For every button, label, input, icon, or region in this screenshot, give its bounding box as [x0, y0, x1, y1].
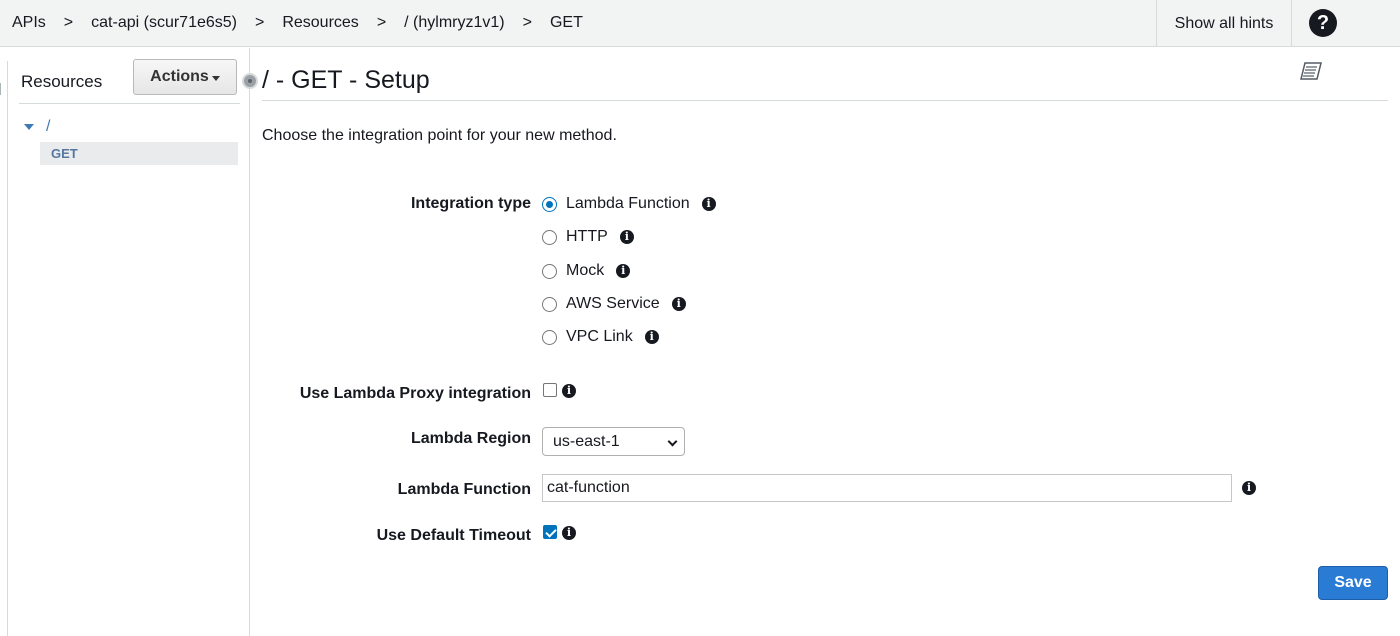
left-edge-strip — [0, 61, 8, 636]
top-bar: APIs > cat-api (scur71e6s5) > Resources … — [0, 0, 1400, 47]
radio-label: HTTP — [566, 228, 608, 245]
actions-button[interactable]: Actions — [133, 59, 237, 95]
breadcrumb-resource[interactable]: / (hylmryz1v1) — [404, 14, 504, 32]
help-icon[interactable]: ? — [1309, 9, 1337, 37]
info-icon[interactable]: i — [619, 230, 634, 244]
proxy-integration-label: Use Lambda Proxy integration — [299, 385, 531, 402]
radio-button[interactable] — [542, 196, 557, 212]
info-icon[interactable]: i — [671, 297, 686, 311]
breadcrumb-separator: > — [63, 14, 74, 31]
radio-label: Mock — [566, 262, 605, 279]
tree-item-get[interactable]: GET — [40, 142, 238, 165]
breadcrumb-separator: > — [522, 14, 532, 31]
breadcrumb-apis[interactable]: APIs — [12, 14, 46, 32]
resources-panel: Resources Actions / GET — [9, 48, 250, 636]
panel-collapse-handle-icon[interactable] — [242, 73, 258, 89]
info-icon[interactable]: i — [616, 264, 631, 278]
show-all-hints-button[interactable]: Show all hints — [1156, 0, 1292, 47]
tree-item-root[interactable]: / — [24, 118, 50, 136]
radio-button[interactable] — [542, 229, 557, 245]
radio-label: AWS Service — [566, 295, 660, 312]
actions-label: Actions — [150, 68, 209, 85]
breadcrumb-separator: > — [376, 14, 387, 31]
lambda-region-select[interactable]: us-east-1 — [542, 427, 685, 456]
breadcrumb-resources[interactable]: Resources — [282, 14, 358, 32]
lambda-region-label: Lambda Region — [410, 430, 531, 447]
breadcrumb-separator: > — [254, 14, 265, 31]
info-icon[interactable]: i — [701, 197, 716, 211]
resources-title: Resources — [21, 72, 103, 91]
default-timeout-label: Use Default Timeout — [376, 527, 531, 544]
title-divider — [262, 100, 1388, 101]
caret-down-icon — [211, 75, 220, 81]
save-button[interactable]: Save — [1318, 566, 1388, 600]
radio-aws-service[interactable]: AWS Service i — [542, 295, 686, 313]
page-title: / - GET - Setup — [262, 66, 430, 94]
info-icon[interactable]: i — [562, 384, 576, 398]
default-timeout-checkbox[interactable] — [543, 525, 557, 539]
proxy-integration-checkbox[interactable] — [543, 383, 557, 397]
radio-button[interactable] — [542, 296, 557, 312]
radio-button[interactable] — [542, 263, 557, 279]
edge-tick — [0, 83, 3, 95]
integration-type-label: Integration type — [410, 195, 531, 212]
documentation-icon[interactable] — [1300, 61, 1322, 81]
tree-root-label: / — [46, 118, 51, 135]
lambda-region-value: us-east-1 — [553, 433, 620, 450]
panel-divider — [19, 103, 240, 104]
radio-http[interactable]: HTTP i — [542, 228, 634, 246]
radio-label: Lambda Function — [566, 195, 690, 212]
lambda-function-label: Lambda Function — [397, 481, 531, 498]
radio-mock[interactable]: Mock i — [542, 262, 631, 280]
chevron-down-icon — [667, 436, 678, 447]
breadcrumb-api[interactable]: cat-api (scur71e6s5) — [91, 14, 237, 32]
info-icon[interactable]: i — [562, 526, 576, 540]
radio-button[interactable] — [542, 329, 557, 345]
lambda-function-input[interactable] — [542, 474, 1232, 502]
breadcrumb-method: GET — [549, 14, 583, 31]
breadcrumb: APIs > cat-api (scur71e6s5) > Resources … — [12, 14, 583, 32]
info-icon[interactable]: i — [644, 330, 659, 344]
radio-lambda-function[interactable]: Lambda Function i — [542, 195, 716, 213]
radio-vpc-link[interactable]: VPC Link i — [542, 328, 659, 346]
intro-text: Choose the integration point for your ne… — [262, 127, 617, 144]
radio-label: VPC Link — [566, 328, 633, 345]
info-icon[interactable]: i — [1242, 481, 1256, 495]
expand-caret-icon[interactable] — [24, 124, 34, 130]
